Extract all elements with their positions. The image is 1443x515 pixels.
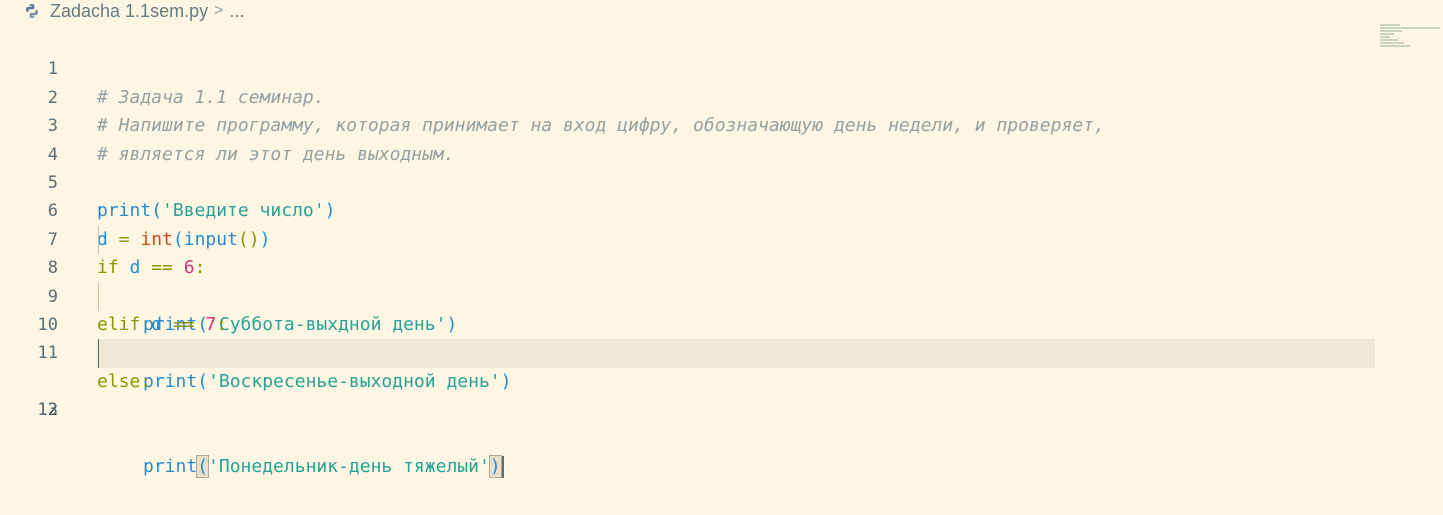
code-line: 6 d = int(input()) (0, 169, 1443, 249)
code-line: 9 elif d == 7: (0, 254, 1443, 335)
paren-token: ( (196, 454, 210, 478)
code-line: 11 else: (0, 311, 1443, 391)
code-line: 3 # является ли этот день выходным. (0, 84, 1443, 164)
code-line: 13 (0, 368, 1443, 420)
code-line: 5 print('Введите число') (0, 141, 1443, 221)
minimap-line (1380, 39, 1398, 41)
minimap-line (1380, 27, 1440, 29)
minimap[interactable] (1380, 24, 1443, 54)
string-token: 'Понедельник-день тяжелый' (208, 455, 490, 477)
code-editor[interactable]: 1 # Задача 1.1 семинар. 2 # Напишите про… (0, 27, 1443, 478)
code-line: 8 print('Суббота-выхдной день') (0, 225, 1443, 335)
code-line: 7 if d == 6: (0, 197, 1443, 278)
function-token: print (143, 455, 198, 477)
indent-guide (98, 282, 99, 311)
indent-guide (98, 225, 99, 255)
code-line-current: 12 print('Понедельник-день тяжелый') (0, 339, 1443, 478)
minimap-line (1380, 42, 1404, 44)
breadcrumb-file[interactable]: Zadacha 1.1sem.py (50, 1, 208, 22)
current-line-highlight (97, 339, 1375, 368)
line-number: 13 (37, 400, 58, 421)
minimap-line (1380, 30, 1402, 32)
code-line: 10 print('Воскресенье-выходной день') (0, 282, 1443, 392)
chevron-right-icon: > (214, 2, 224, 19)
code-text: print('Понедельник-день тяжелый') (143, 453, 504, 481)
minimap-line (1380, 33, 1394, 35)
indent-guide (98, 339, 99, 368)
breadcrumb: Zadacha 1.1sem.py > ... (24, 0, 244, 22)
minimap-line (1380, 45, 1410, 47)
code-line: 4 (0, 112, 1443, 165)
paren-token: ) (488, 454, 502, 478)
python-icon (24, 3, 40, 19)
breadcrumb-more[interactable]: ... (229, 1, 244, 22)
text-cursor (501, 455, 504, 478)
minimap-line (1380, 24, 1400, 26)
code-line: 1 # Задача 1.1 семинар. (0, 27, 1443, 107)
minimap-line (1380, 36, 1390, 38)
code-line: 2 # Напишите программу, которая принимае… (0, 55, 1443, 136)
